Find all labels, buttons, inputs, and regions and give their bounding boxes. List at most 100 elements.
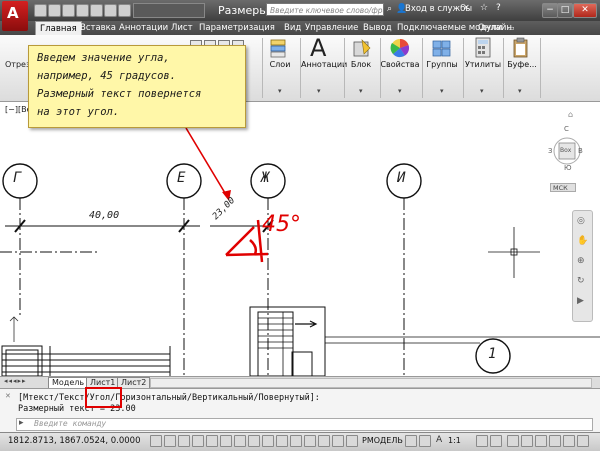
exchange-icon[interactable]: ✕ bbox=[463, 3, 475, 15]
open-file-icon[interactable] bbox=[48, 4, 61, 17]
viewcube-face[interactable]: Вох bbox=[560, 147, 571, 154]
axis-label: И bbox=[397, 170, 406, 186]
clipboard-icon[interactable] bbox=[510, 37, 532, 59]
transparency-icon[interactable] bbox=[304, 435, 316, 447]
panel-block-label[interactable]: Блок bbox=[346, 60, 376, 69]
save-icon[interactable] bbox=[62, 4, 75, 17]
ortho-icon[interactable] bbox=[192, 435, 204, 447]
tab-view[interactable]: Вид bbox=[284, 21, 301, 35]
quick-view-layouts-icon[interactable] bbox=[405, 435, 417, 447]
group-icon[interactable] bbox=[430, 38, 454, 60]
axis-label: Ж bbox=[261, 170, 270, 186]
help-search-input[interactable]: Введите ключевое слово/фразу bbox=[266, 3, 384, 16]
chevron-down-icon[interactable]: ▾ bbox=[518, 87, 522, 95]
ribbon-minimize-icon[interactable]: ▭ bbox=[508, 24, 518, 33]
viewcube-east[interactable]: В bbox=[578, 147, 583, 155]
maximize-button[interactable]: □ bbox=[557, 3, 573, 18]
selection-cycling-icon[interactable] bbox=[332, 435, 344, 447]
coordinates-readout[interactable]: 1812.8713, 1867.0524, 0.0000 bbox=[8, 436, 140, 446]
annotation-scale-icon[interactable]: A bbox=[436, 435, 442, 445]
layout-scroll-icons[interactable]: ◂◂◂▸▸ bbox=[4, 377, 27, 385]
clean-screen-icon[interactable] bbox=[577, 435, 589, 447]
redo-icon[interactable] bbox=[118, 4, 131, 17]
chevron-down-icon[interactable]: ▾ bbox=[317, 87, 321, 95]
3d-osnap-icon[interactable] bbox=[234, 435, 246, 447]
panel-utilities-label[interactable]: Утилиты bbox=[464, 60, 502, 69]
ducs-icon[interactable] bbox=[262, 435, 274, 447]
viewcube[interactable] bbox=[553, 123, 591, 183]
panel-clipboard-label[interactable]: Буфе... bbox=[506, 60, 538, 69]
layers-icon[interactable] bbox=[268, 38, 292, 60]
polar-icon[interactable] bbox=[206, 435, 218, 447]
tab-manage[interactable]: Управление bbox=[305, 21, 358, 35]
osnap-icon[interactable] bbox=[220, 435, 232, 447]
viewcube-south[interactable]: Ю bbox=[564, 164, 572, 172]
workspace-dropdown[interactable] bbox=[133, 3, 205, 18]
snap-icon[interactable] bbox=[164, 435, 176, 447]
chevron-down-icon[interactable]: ▾ bbox=[359, 87, 363, 95]
print-icon[interactable] bbox=[90, 4, 103, 17]
viewcube-north[interactable]: С bbox=[564, 125, 569, 133]
grid-icon[interactable] bbox=[178, 435, 190, 447]
tab-parametric[interactable]: Параметризация bbox=[199, 21, 275, 35]
annotation-monitor-icon[interactable] bbox=[346, 435, 358, 447]
ribbon-separator bbox=[262, 38, 263, 98]
infer-icon[interactable] bbox=[150, 435, 162, 447]
otrack-icon[interactable] bbox=[248, 435, 260, 447]
chevron-down-icon[interactable]: ▾ bbox=[480, 87, 484, 95]
quick-view-drawings-icon[interactable] bbox=[419, 435, 431, 447]
star-icon[interactable]: ☆ bbox=[480, 3, 492, 15]
panel-properties-label[interactable]: Свойства bbox=[380, 60, 420, 69]
showmotion-icon[interactable]: ▶ bbox=[577, 296, 584, 306]
panel-layers-label[interactable]: Слои bbox=[264, 60, 296, 69]
color-wheel-icon[interactable] bbox=[388, 37, 412, 59]
lineweight-icon[interactable] bbox=[290, 435, 302, 447]
wcs-menu[interactable]: МСК bbox=[550, 183, 576, 192]
annotation-scale-value[interactable]: 1:1 bbox=[448, 436, 461, 445]
tab-layout[interactable]: Лист bbox=[171, 21, 193, 35]
viewcube-west[interactable]: З bbox=[548, 147, 553, 155]
steering-wheel-icon[interactable]: ◎ bbox=[577, 216, 585, 226]
ribbon-left-label[interactable]: Отрез bbox=[5, 60, 30, 69]
tab-online[interactable]: Онлайн bbox=[478, 21, 512, 35]
chevron-down-icon[interactable]: ▾ bbox=[440, 87, 444, 95]
minimize-button[interactable]: − bbox=[542, 3, 558, 18]
command-prompt-icon[interactable]: ▸ bbox=[19, 418, 24, 428]
home-icon[interactable]: ⌂ bbox=[568, 110, 578, 120]
pointer-arrow bbox=[185, 127, 229, 199]
saveas-icon[interactable] bbox=[76, 4, 89, 17]
close-button[interactable]: ✕ bbox=[573, 3, 597, 18]
tab-insert[interactable]: Вставка bbox=[80, 21, 116, 35]
new-file-icon[interactable] bbox=[34, 4, 47, 17]
model-space-toggle[interactable]: РМОДЕЛЬ bbox=[362, 436, 403, 445]
command-window-close-icon[interactable]: ✕ bbox=[5, 392, 11, 400]
hardware-acceleration-icon[interactable] bbox=[535, 435, 547, 447]
annotation-visibility-icon[interactable] bbox=[476, 435, 488, 447]
orbit-icon[interactable]: ↻ bbox=[577, 276, 585, 286]
status-bar-menu-icon[interactable] bbox=[563, 435, 575, 447]
panel-groups-label[interactable]: Группы bbox=[424, 60, 460, 69]
autoscale-icon[interactable] bbox=[490, 435, 502, 447]
tab-home[interactable]: Главная bbox=[35, 21, 82, 35]
panel-annotations-label[interactable]: Аннотации bbox=[301, 60, 347, 69]
application-menu-button[interactable]: A bbox=[2, 1, 28, 31]
isolate-objects-icon[interactable] bbox=[549, 435, 561, 447]
text-tool-icon[interactable]: A bbox=[310, 34, 326, 62]
lock-icon[interactable] bbox=[521, 435, 533, 447]
block-icon[interactable] bbox=[350, 38, 374, 60]
tab-annotate[interactable]: Аннотации bbox=[119, 21, 168, 35]
zoom-icon[interactable]: ⊕ bbox=[577, 256, 585, 266]
callout-line: Введем значение угла, bbox=[37, 52, 170, 64]
help-icon[interactable]: ? bbox=[496, 3, 508, 15]
undo-icon[interactable] bbox=[104, 4, 117, 17]
ribbon-separator bbox=[344, 38, 345, 98]
calculator-icon[interactable] bbox=[472, 37, 494, 59]
chevron-down-icon[interactable]: ▾ bbox=[278, 87, 282, 95]
quick-properties-icon[interactable] bbox=[318, 435, 330, 447]
dyn-icon[interactable] bbox=[276, 435, 288, 447]
workspace-switch-icon[interactable] bbox=[507, 435, 519, 447]
chevron-down-icon[interactable]: ▾ bbox=[398, 87, 402, 95]
tab-output[interactable]: Вывод bbox=[363, 21, 392, 35]
horizontal-scrollbar[interactable] bbox=[150, 378, 592, 388]
pan-icon[interactable]: ✋ bbox=[577, 236, 588, 246]
